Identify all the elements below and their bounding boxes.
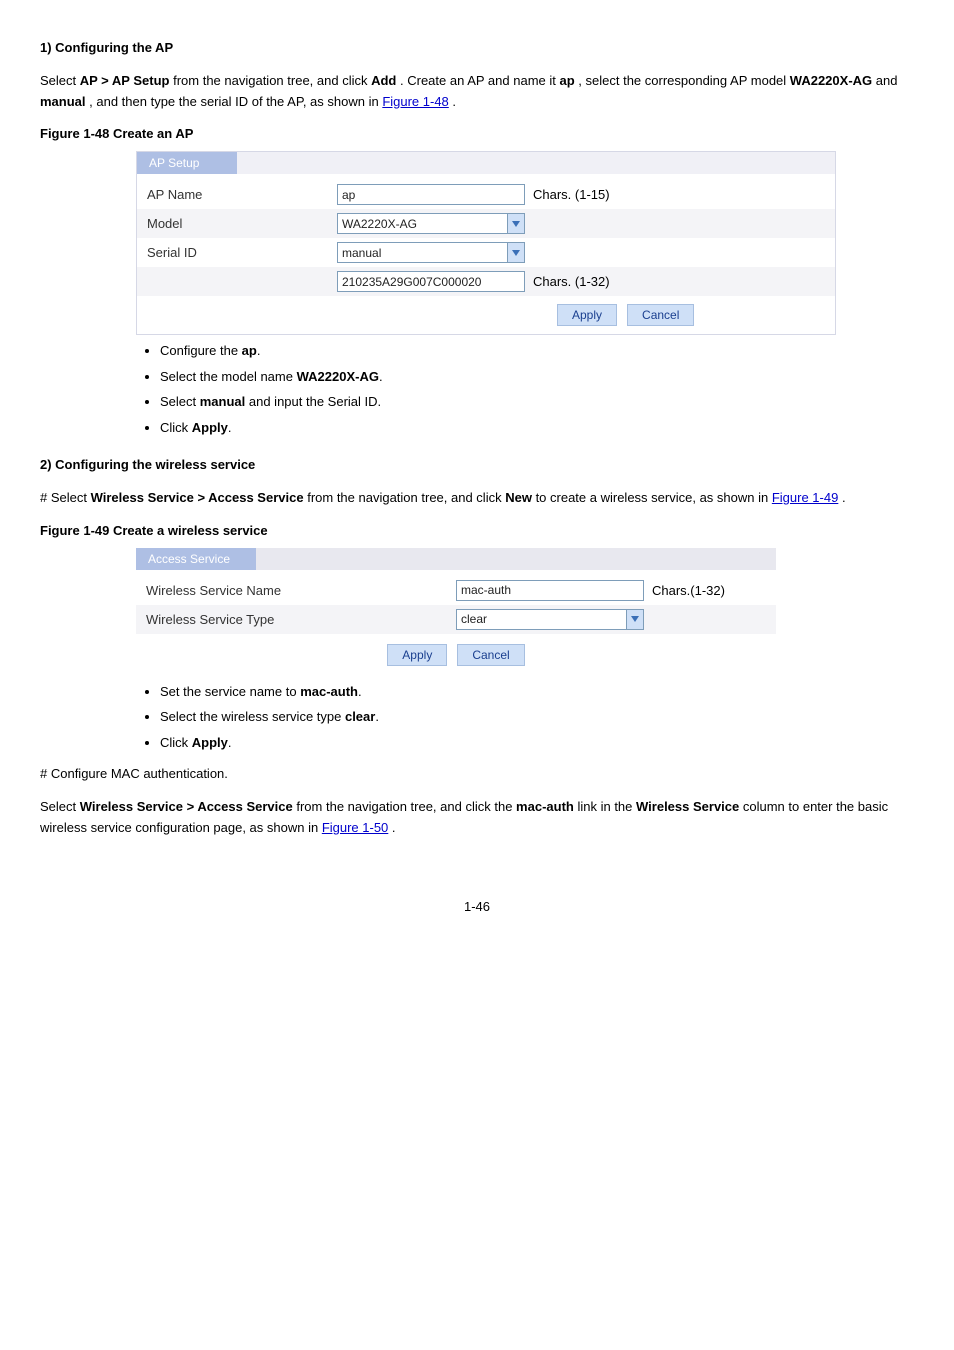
ap-name: ap [559,73,574,88]
service-name-label: Wireless Service Name [146,583,456,598]
btn-name: Add [371,73,396,88]
list-item: Click Apply. [160,418,914,438]
row-service-type: Wireless Service Type clear [136,605,776,634]
list-item: Select the wireless service type clear. [160,707,914,727]
serial-mode: manual [40,94,86,109]
fig49-caption: Figure 1-49 Create a wireless service [40,523,914,538]
service-name-input[interactable] [456,580,644,601]
ap-name-label: AP Name [147,187,337,202]
access-service-buttons: Apply Cancel [136,634,776,676]
serial-label: Serial ID [147,245,337,260]
list-item: Set the service name to mac-auth. [160,682,914,702]
step3-text: Select Wireless Service > Access Service… [40,797,914,839]
ap-name-input[interactable] [337,184,525,205]
page-number: 1-46 [40,899,914,914]
t: , select the corresponding AP model [578,73,790,88]
t: , and then type the serial ID of the AP,… [89,94,382,109]
figure-link-50[interactable]: Figure 1-50 [322,820,388,835]
t: . [452,94,456,109]
figure-link-49[interactable]: Figure 1-49 [772,490,838,505]
service-type-label: Wireless Service Type [146,612,456,627]
step1-text: Select AP > AP Setup from the navigation… [40,71,914,113]
t: . Create an AP and name it [400,73,559,88]
row-model: Model WA2220X-AG [137,209,835,238]
row-serial-mode: Serial ID manual [137,238,835,267]
cancel-button[interactable]: Cancel [627,304,694,326]
model-label: Model [147,216,337,231]
row-ap-name: AP Name Chars. (1-15) [137,180,835,209]
ap-name-hint: Chars. (1-15) [533,187,610,202]
list-item: Select the model name WA2220X-AG. [160,367,914,387]
bullets-step2: Set the service name to mac-auth. Select… [160,682,914,753]
fig48-caption: Figure 1-48 Create an AP [40,126,914,141]
ap-setup-panel-title: AP Setup [137,152,237,174]
apply-button[interactable]: Apply [387,644,447,666]
figure-link-48[interactable]: Figure 1-48 [382,94,448,109]
step2-heading: 2) Configuring the wireless service [40,455,914,476]
row-serial-id: Chars. (1-32) [137,267,835,296]
service-type-select[interactable]: clear [456,609,644,630]
serial-mode-select[interactable]: manual [337,242,525,263]
t: from the navigation tree, and click [173,73,371,88]
menu-path: AP > AP Setup [80,73,170,88]
ap-setup-buttons: Apply Cancel [137,296,835,334]
list-item: Click Apply. [160,733,914,753]
service-name-hint: Chars.(1-32) [652,583,725,598]
serial-hint: Chars. (1-32) [533,274,610,289]
list-item: Select manual and input the Serial ID. [160,392,914,412]
serial-id-input[interactable] [337,271,525,292]
step2-text: # Select Wireless Service > Access Servi… [40,488,914,509]
model-select[interactable]: WA2220X-AG [337,213,525,234]
apply-button[interactable]: Apply [557,304,617,326]
access-service-panel-title: Access Service [136,548,256,570]
ap-setup-panel: AP Setup AP Name Chars. (1-15) Model WA2… [136,151,836,335]
bullets-step1: Configure the ap. Select the model name … [160,341,914,437]
cancel-button[interactable]: Cancel [457,644,524,666]
t: Select [40,73,80,88]
step1-heading: 1) Configuring the AP [40,38,914,59]
row-service-name: Wireless Service Name Chars.(1-32) [136,576,776,605]
t: and [876,73,898,88]
list-item: Configure the ap. [160,341,914,361]
access-service-panel: Access Service Wireless Service Name Cha… [136,548,776,676]
step3-line1: # Configure MAC authentication. [40,764,914,785]
model-name: WA2220X-AG [790,73,872,88]
